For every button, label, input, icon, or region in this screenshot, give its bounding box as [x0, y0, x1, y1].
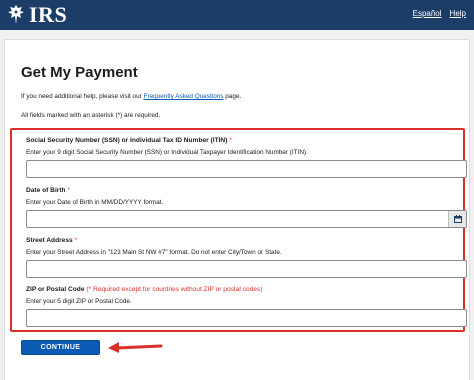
- zip-input[interactable]: [26, 309, 467, 327]
- address-input[interactable]: [26, 260, 467, 278]
- dob-label: Date of Birth *: [26, 187, 70, 194]
- ssn-hint: Enter your 9 digit Social Security Numbe…: [26, 149, 308, 156]
- zip-label: ZIP or Postal Code (* Required except fo…: [26, 286, 263, 293]
- page-title: Get My Payment: [21, 64, 138, 81]
- red-arrow-annotation: [108, 342, 163, 353]
- zip-required-note: (* Required except for countries without…: [86, 286, 263, 293]
- logo-text: IRS: [29, 2, 68, 27]
- irs-logo[interactable]: IRS: [6, 4, 67, 26]
- help-text: If you need additional help, please visi…: [21, 93, 241, 100]
- zip-hint: Enter your 5 digit ZIP or Postal Code.: [26, 298, 132, 305]
- main-content: Get My Payment If you need additional he…: [4, 39, 470, 380]
- address-hint: Enter your Street Address in "123 Main S…: [26, 249, 282, 256]
- calendar-icon: [453, 215, 462, 223]
- required-note: All fields marked with an asterisk (*) a…: [21, 112, 161, 119]
- zip-label-text: ZIP or Postal Code: [26, 286, 85, 293]
- ssn-input[interactable]: [26, 160, 467, 178]
- dob-hint: Enter your Date of Birth in MM/DD/YYYY f…: [26, 199, 164, 206]
- address-required-asterisk: *: [74, 237, 78, 244]
- address-label-text: Street Address: [26, 237, 73, 244]
- address-label: Street Address *: [26, 237, 77, 244]
- espanol-link[interactable]: Español: [413, 9, 442, 18]
- payment-form: Social Security Number (SSN) or Individu…: [10, 128, 467, 332]
- continue-button[interactable]: CONTINUE: [21, 340, 100, 355]
- dob-label-text: Date of Birth: [26, 187, 66, 194]
- help-link[interactable]: Help: [450, 9, 466, 18]
- dob-required-asterisk: *: [67, 187, 70, 194]
- ssn-required-asterisk: *: [229, 137, 232, 144]
- help-prefix: If you need additional help, please visi…: [21, 93, 144, 100]
- help-suffix: page.: [223, 93, 242, 100]
- ssn-label-text: Social Security Number (SSN) or Individu…: [26, 137, 228, 144]
- site-header: IRS Español Help: [0, 0, 474, 30]
- faq-link[interactable]: Frequently Asked Questions: [144, 93, 224, 100]
- header-links: Español Help: [413, 9, 466, 18]
- dob-input[interactable]: [26, 210, 467, 228]
- calendar-button[interactable]: [448, 211, 466, 227]
- ssn-label: Social Security Number (SSN) or Individu…: [26, 137, 232, 144]
- eagle-icon: [8, 5, 24, 24]
